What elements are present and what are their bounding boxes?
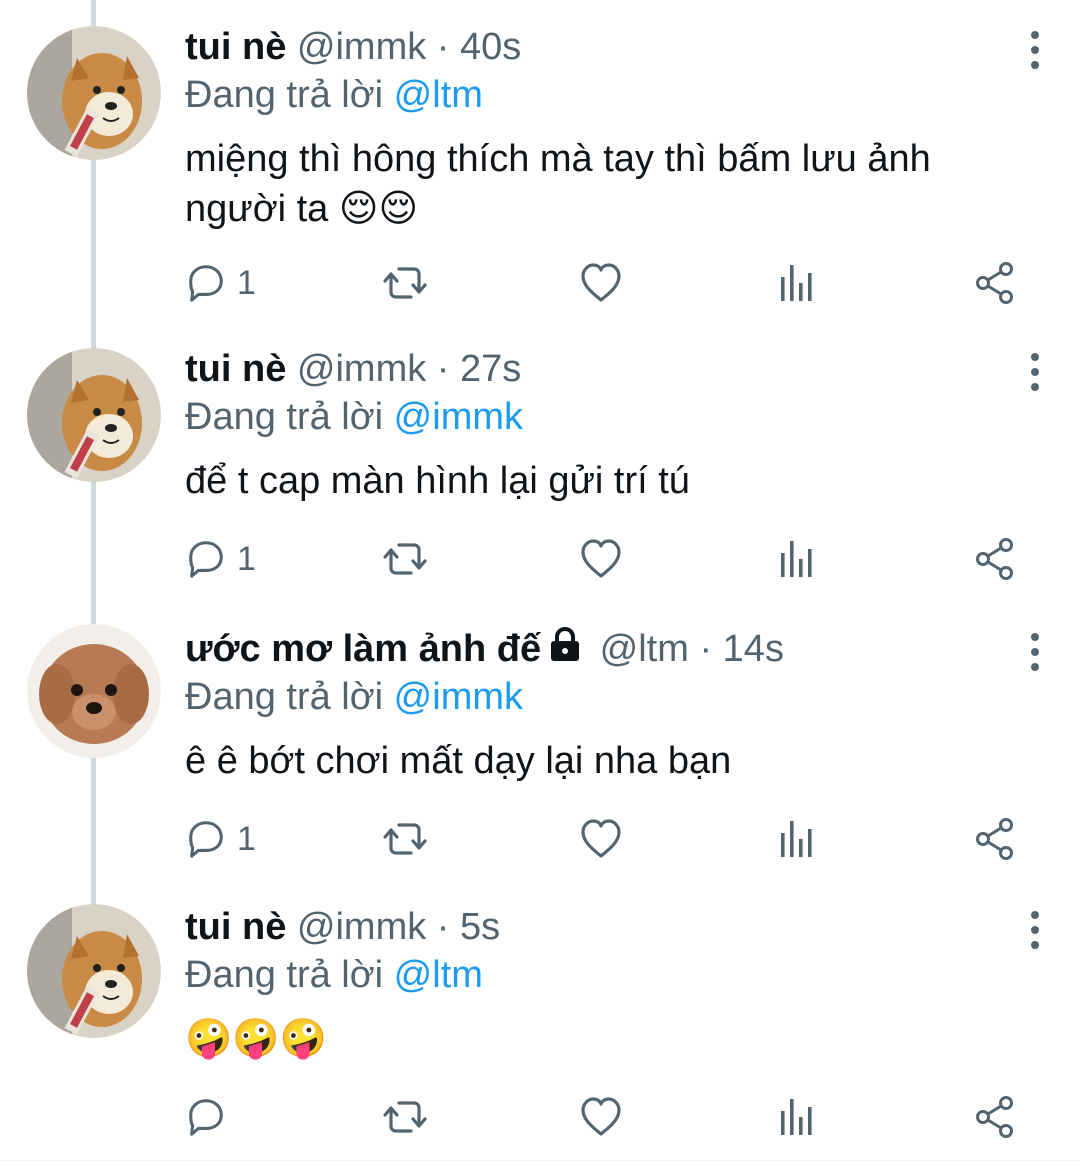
replying-to: Đang trả lời @ltm (185, 72, 483, 118)
retweet-button[interactable] (383, 258, 427, 308)
display-name[interactable]: tui nè (185, 348, 286, 390)
handle[interactable]: @ltm (600, 628, 689, 670)
share-icon (976, 538, 1013, 580)
retweet-icon (383, 823, 427, 855)
tweet-text: 🤪🤪🤪 (185, 1018, 327, 1060)
like-button[interactable] (581, 1092, 621, 1142)
reply-icon (189, 541, 223, 578)
handle[interactable]: @immk (297, 906, 426, 948)
mention-link[interactable]: @ltm (394, 954, 483, 996)
action-bar: 1 (185, 534, 1035, 584)
avatar-poodle[interactable] (27, 624, 161, 758)
heart-icon (581, 819, 621, 858)
share-button[interactable] (975, 534, 1015, 584)
analytics-icon (781, 821, 812, 857)
display-name[interactable]: ước mơ làm ảnh đế (185, 628, 541, 670)
action-bar (185, 1092, 1035, 1142)
reply-count: 1 (237, 539, 256, 578)
handle[interactable]: @immk (297, 348, 426, 390)
more-vertical-icon[interactable] (1028, 30, 1042, 70)
timestamp[interactable]: 14s (723, 628, 784, 670)
action-bar: 1 (185, 814, 1035, 864)
analytics-icon (781, 265, 812, 301)
replying-to-label: Đang trả lời (185, 74, 384, 116)
analytics-icon (781, 1099, 812, 1135)
separator-dot: · (436, 348, 450, 390)
mention-link[interactable]: @ltm (394, 74, 483, 116)
share-button[interactable] (975, 814, 1015, 864)
timestamp[interactable]: 27s (460, 348, 521, 390)
avatar-shiba[interactable] (27, 348, 161, 482)
share-button[interactable] (975, 258, 1015, 308)
like-button[interactable] (581, 258, 621, 308)
analytics-button[interactable] (779, 258, 815, 308)
reply-icon (189, 1099, 223, 1136)
more-vertical-icon[interactable] (1028, 632, 1042, 672)
reply-button[interactable]: 1 (185, 258, 256, 308)
tweet-text: để t cap màn hình lại gửi trí tú (185, 460, 690, 502)
display-name[interactable]: tui nè (185, 26, 286, 68)
share-button[interactable] (975, 1092, 1015, 1142)
avatar-shiba[interactable] (27, 904, 161, 1038)
tweet-text: ê ê bớt chơi mất dạy lại nha bạn (185, 740, 732, 782)
like-button[interactable] (581, 534, 621, 584)
reply-count: 1 (237, 263, 256, 302)
like-button[interactable] (581, 814, 621, 864)
analytics-icon (781, 541, 812, 577)
analytics-button[interactable] (779, 814, 815, 864)
tweet-text: miệng thì hông thích mà tay thì bấm lưu … (185, 138, 931, 230)
handle[interactable]: @immk (297, 26, 426, 68)
mention-link[interactable]: @immk (394, 396, 523, 438)
tweet-1[interactable]: tui nè @immk · 40s Đang trả lời @ltm miệ… (0, 0, 1080, 330)
heart-icon (581, 1097, 621, 1136)
reply-count: 1 (237, 819, 256, 858)
timestamp[interactable]: 40s (460, 26, 521, 68)
more-vertical-icon[interactable] (1028, 910, 1042, 950)
reply-button[interactable]: 1 (185, 534, 256, 584)
retweet-button[interactable] (383, 1092, 427, 1142)
more-vertical-icon[interactable] (1028, 352, 1042, 392)
separator-dot: · (436, 26, 450, 68)
reply-icon (189, 821, 223, 858)
action-bar: 1 (185, 258, 1035, 308)
retweet-icon (383, 543, 427, 575)
retweet-button[interactable] (383, 814, 427, 864)
tweet-2[interactable]: tui nè @immk · 27s Đang trả lời @immk để… (0, 322, 1080, 602)
mention-link[interactable]: @immk (394, 676, 523, 718)
analytics-button[interactable] (779, 1092, 815, 1142)
replying-to-label: Đang trả lời (185, 396, 384, 438)
tweet-header: tui nè @immk · 5s (185, 904, 500, 950)
replying-to: Đang trả lời @immk (185, 394, 523, 440)
replying-to: Đang trả lời @immk (185, 674, 523, 720)
tweet-header: tui nè @immk · 40s (185, 24, 521, 70)
avatar-shiba[interactable] (27, 26, 161, 160)
retweet-icon (383, 267, 427, 299)
retweet-icon (383, 1101, 427, 1133)
reply-button[interactable]: 1 (185, 814, 256, 864)
share-icon (976, 1096, 1013, 1138)
share-icon (976, 818, 1013, 860)
tweet-header: tui nè @immk · 27s (185, 346, 521, 392)
lock-icon (551, 627, 580, 661)
heart-icon (581, 263, 621, 302)
tweet-3[interactable]: ước mơ làm ảnh đế @ltm · 14s Đang trả lờ… (0, 602, 1080, 882)
separator-dot: · (699, 628, 713, 670)
replying-to: Đang trả lời @ltm (185, 952, 483, 998)
retweet-button[interactable] (383, 534, 427, 584)
share-icon (976, 262, 1013, 304)
tweet-header: ước mơ làm ảnh đế @ltm · 14s (185, 626, 784, 672)
replying-to-label: Đang trả lời (185, 954, 384, 996)
replying-to-label: Đang trả lời (185, 676, 384, 718)
tweet-4[interactable]: tui nè @immk · 5s Đang trả lời @ltm 🤪🤪🤪 (0, 880, 1080, 1160)
display-name[interactable]: tui nè (185, 906, 286, 948)
reply-icon (189, 265, 223, 302)
heart-icon (581, 539, 621, 578)
timestamp[interactable]: 5s (460, 906, 500, 948)
reply-button[interactable] (185, 1092, 237, 1142)
analytics-button[interactable] (779, 534, 815, 584)
separator-dot: · (436, 906, 450, 948)
divider (0, 1160, 1080, 1161)
